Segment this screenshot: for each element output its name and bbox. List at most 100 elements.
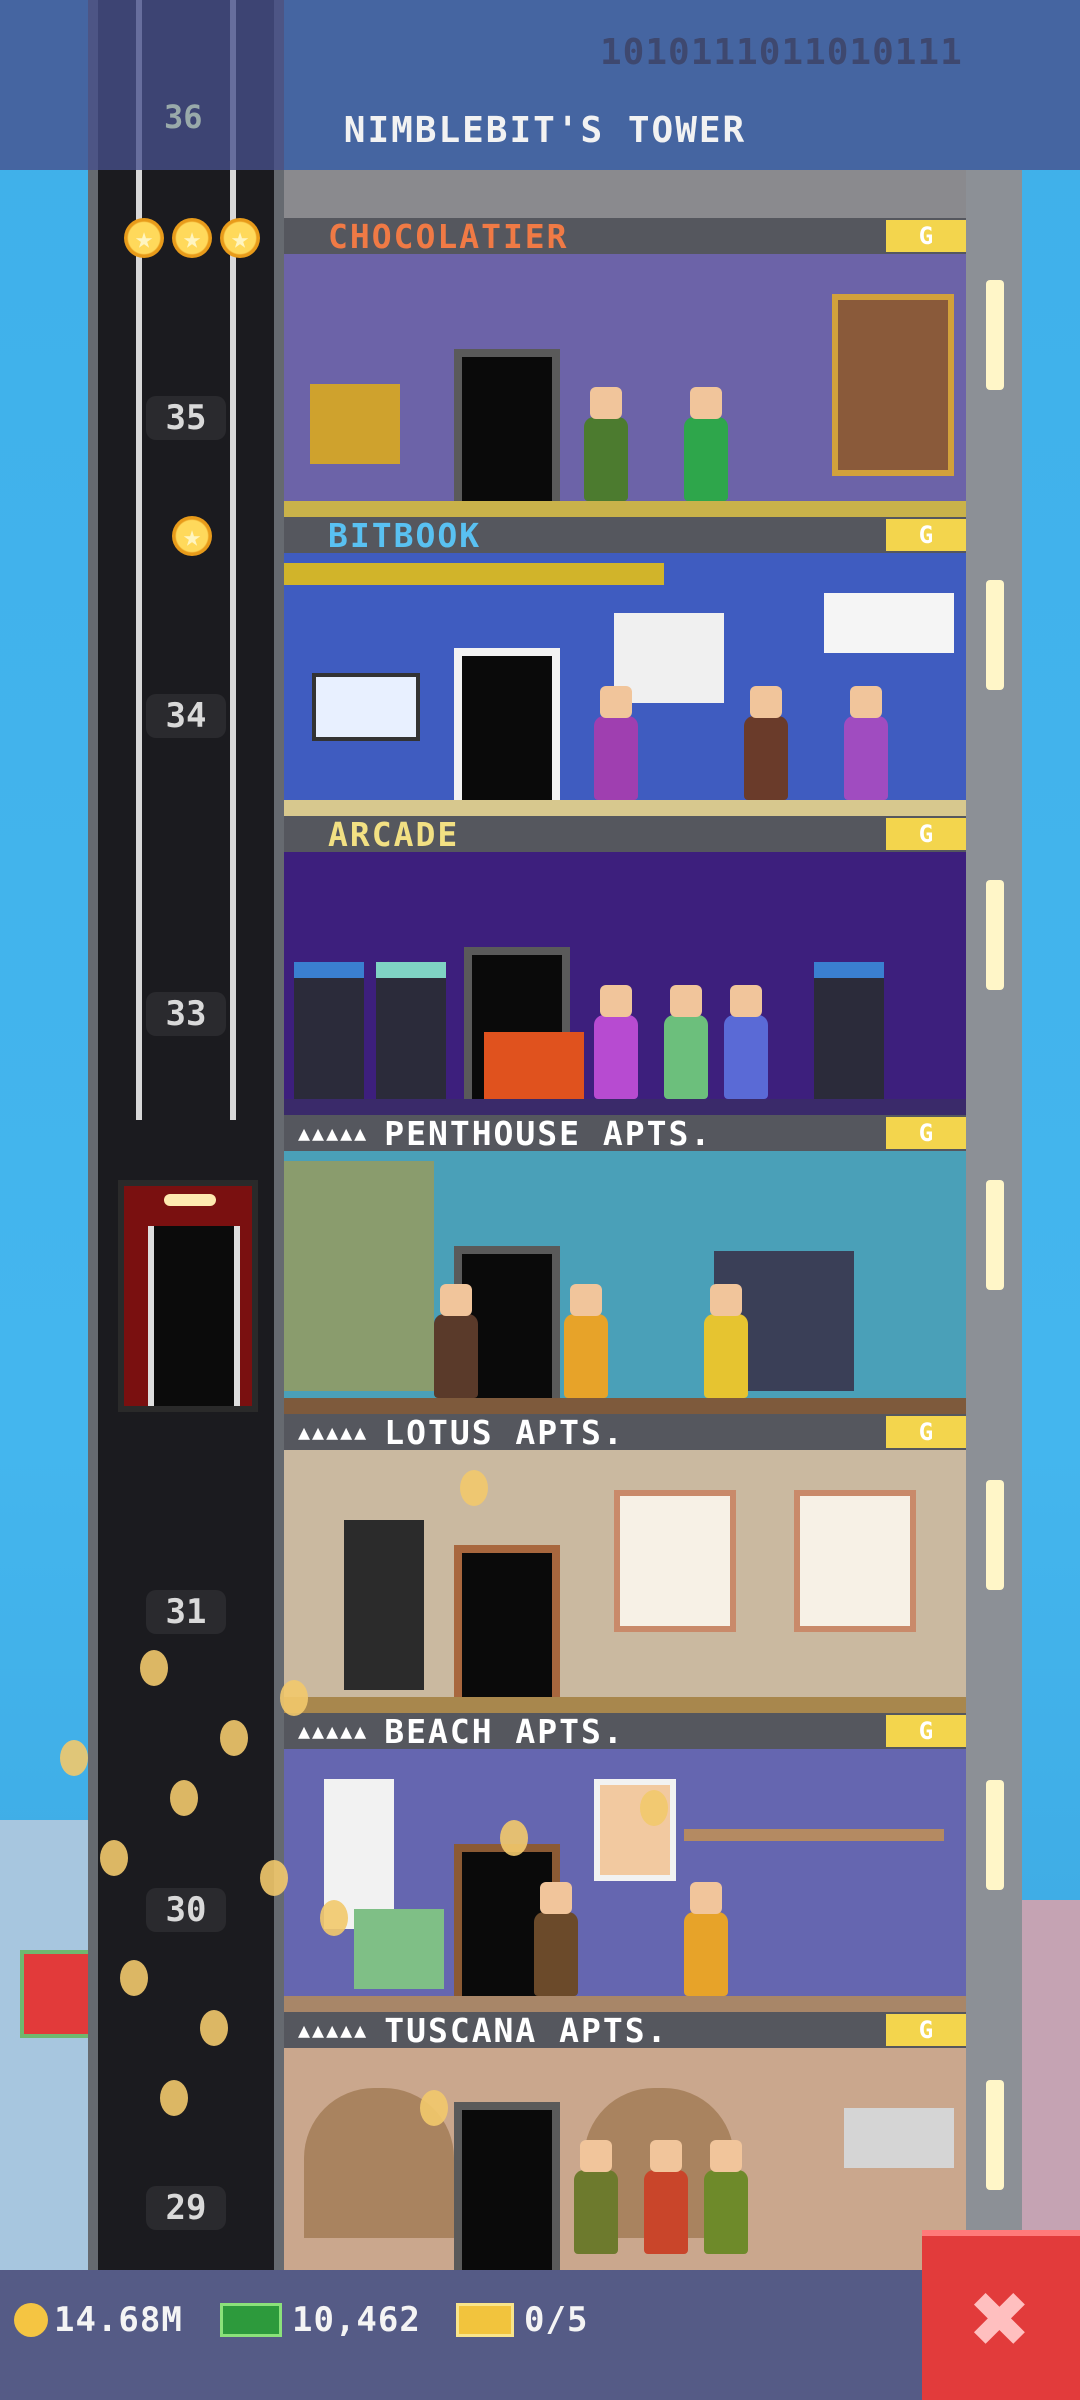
spiral-staircase (284, 1161, 434, 1391)
rating-stars: ▲▲▲▲▲ (298, 2018, 369, 2042)
floor-header: BITBOOK G (284, 517, 966, 555)
close-icon: ✖ (970, 2259, 1032, 2377)
tower-name-title[interactable]: NIMBLEBIT'S TOWER (280, 110, 810, 151)
floor-chocolatier[interactable]: CHOCOLATIER G (284, 218, 966, 517)
coin-particle (170, 1780, 198, 1816)
gold-upgrade-badge[interactable]: G (886, 220, 966, 252)
resident-person (704, 2140, 748, 2254)
coin-particle (60, 1740, 88, 1776)
floor-name: BITBOOK (328, 517, 482, 555)
elevator-shaft[interactable]: 35 34 33 31 30 29 (88, 0, 284, 2270)
resident-person (564, 1284, 608, 1398)
floor-name: ARCADE (328, 816, 460, 854)
coin-particle (260, 1860, 288, 1896)
floor-penthouse-apts[interactable]: ▲▲▲▲▲ PENTHOUSE APTS. G (284, 1115, 966, 1414)
floor-ground (284, 1099, 966, 1115)
star-icon: ★ (172, 516, 212, 556)
floor-ground (284, 1398, 966, 1414)
worker-person (844, 686, 888, 800)
floor-number-34: 34 (146, 694, 226, 738)
close-button[interactable]: ✖ (922, 2230, 1080, 2400)
resident-person (534, 1882, 578, 1996)
gold-upgrade-badge[interactable]: G (886, 1416, 966, 1448)
resident-person (644, 2140, 688, 2254)
coin-particle (640, 1790, 668, 1826)
arcade-cabinet (294, 962, 364, 1108)
coin-particle (160, 2080, 188, 2116)
binary-sign: 1010111011010111 (600, 32, 963, 73)
window-light (986, 2080, 1004, 2190)
floor-arcade[interactable]: ARCADE G (284, 816, 966, 1115)
resident-person (684, 1882, 728, 1996)
tickets-stat: 0/5 (456, 2296, 588, 2344)
coin-particle (420, 2090, 448, 2126)
ticket-icon (456, 2303, 514, 2337)
floor-number-35: 35 (146, 396, 226, 440)
background-building-right (1020, 1900, 1080, 2270)
gold-upgrade-badge[interactable]: G (886, 1715, 966, 1747)
floor-room (284, 2048, 966, 2270)
window-light (986, 1480, 1004, 1590)
wall-shelf (684, 1829, 944, 1841)
floor-room (284, 1450, 966, 1713)
gold-upgrade-badge[interactable]: G (886, 1117, 966, 1149)
elevator-car[interactable] (118, 1180, 258, 1412)
floor-room (284, 852, 966, 1115)
chocolate-vat (832, 294, 954, 476)
floor-number-33: 33 (146, 992, 226, 1036)
floor-tuscana-apts[interactable]: ▲▲▲▲▲ TUSCANA APTS. G (284, 2012, 966, 2270)
computer-monitor (312, 673, 420, 741)
floor-name: LOTUS APTS. (384, 1414, 625, 1452)
window-light (986, 880, 1004, 990)
gold-upgrade-badge[interactable]: G (886, 2014, 966, 2046)
star-icon: ★ (172, 218, 212, 258)
coin-particle (100, 1840, 128, 1876)
coin-particle (120, 1960, 148, 1996)
chocolate-pot (310, 384, 400, 464)
window-light (986, 580, 1004, 690)
coin-particle (220, 1720, 248, 1756)
floor-lotus-apts[interactable]: ▲▲▲▲▲ LOTUS APTS. G (284, 1414, 966, 1713)
elevator-light (164, 1194, 216, 1206)
gold-upgrade-badge[interactable]: G (886, 818, 966, 850)
shaft-rail-left (88, 0, 98, 2270)
visitor-person (594, 985, 638, 1099)
floor-ground (284, 800, 966, 816)
coin-particle (280, 1680, 308, 1716)
wall-clocks (824, 593, 954, 653)
star-icon: ★ (124, 218, 164, 258)
resident-person (704, 1284, 748, 1398)
bux-value: 10,462 (292, 2300, 421, 2340)
coins-stat: 14.68M (14, 2296, 183, 2344)
rating-stars: ▲▲▲▲▲ (298, 1121, 369, 1145)
rating-stars: ▲▲▲▲▲ (298, 1719, 369, 1743)
floor-number-36: 36 (164, 98, 203, 136)
room-doorway (454, 648, 560, 816)
worker-person (594, 686, 638, 800)
resident-person (574, 2140, 618, 2254)
floor-room (284, 1151, 966, 1414)
floor-header: ▲▲▲▲▲ BEACH APTS. G (284, 1713, 966, 1751)
arcade-cabinet (376, 962, 446, 1108)
floor-ground (284, 1996, 966, 2012)
visitor-person (724, 985, 768, 1099)
star-icon: ★ (220, 218, 260, 258)
elevator-door (148, 1226, 240, 1406)
fries-billboard-icon (20, 1950, 94, 2038)
floor-room (284, 1749, 966, 2012)
coin-particle (460, 1470, 488, 1506)
window-light (986, 1180, 1004, 1290)
floor-bitbook[interactable]: BITBOOK G (284, 517, 966, 816)
kitchen-cabinets (844, 2108, 954, 2168)
worker-person (744, 686, 788, 800)
floor-header: ARCADE G (284, 816, 966, 854)
floor-number-30: 30 (146, 1888, 226, 1932)
room-doorway (454, 2102, 560, 2270)
floor-beach-apts[interactable]: ▲▲▲▲▲ BEACH APTS. G (284, 1713, 966, 2012)
green-armchair (354, 1909, 444, 1989)
window-light (986, 280, 1004, 390)
floor-number-31: 31 (146, 1590, 226, 1634)
dinosaur-toy (484, 1032, 584, 1102)
floor-name: CHOCOLATIER (328, 218, 569, 256)
gold-upgrade-badge[interactable]: G (886, 519, 966, 551)
